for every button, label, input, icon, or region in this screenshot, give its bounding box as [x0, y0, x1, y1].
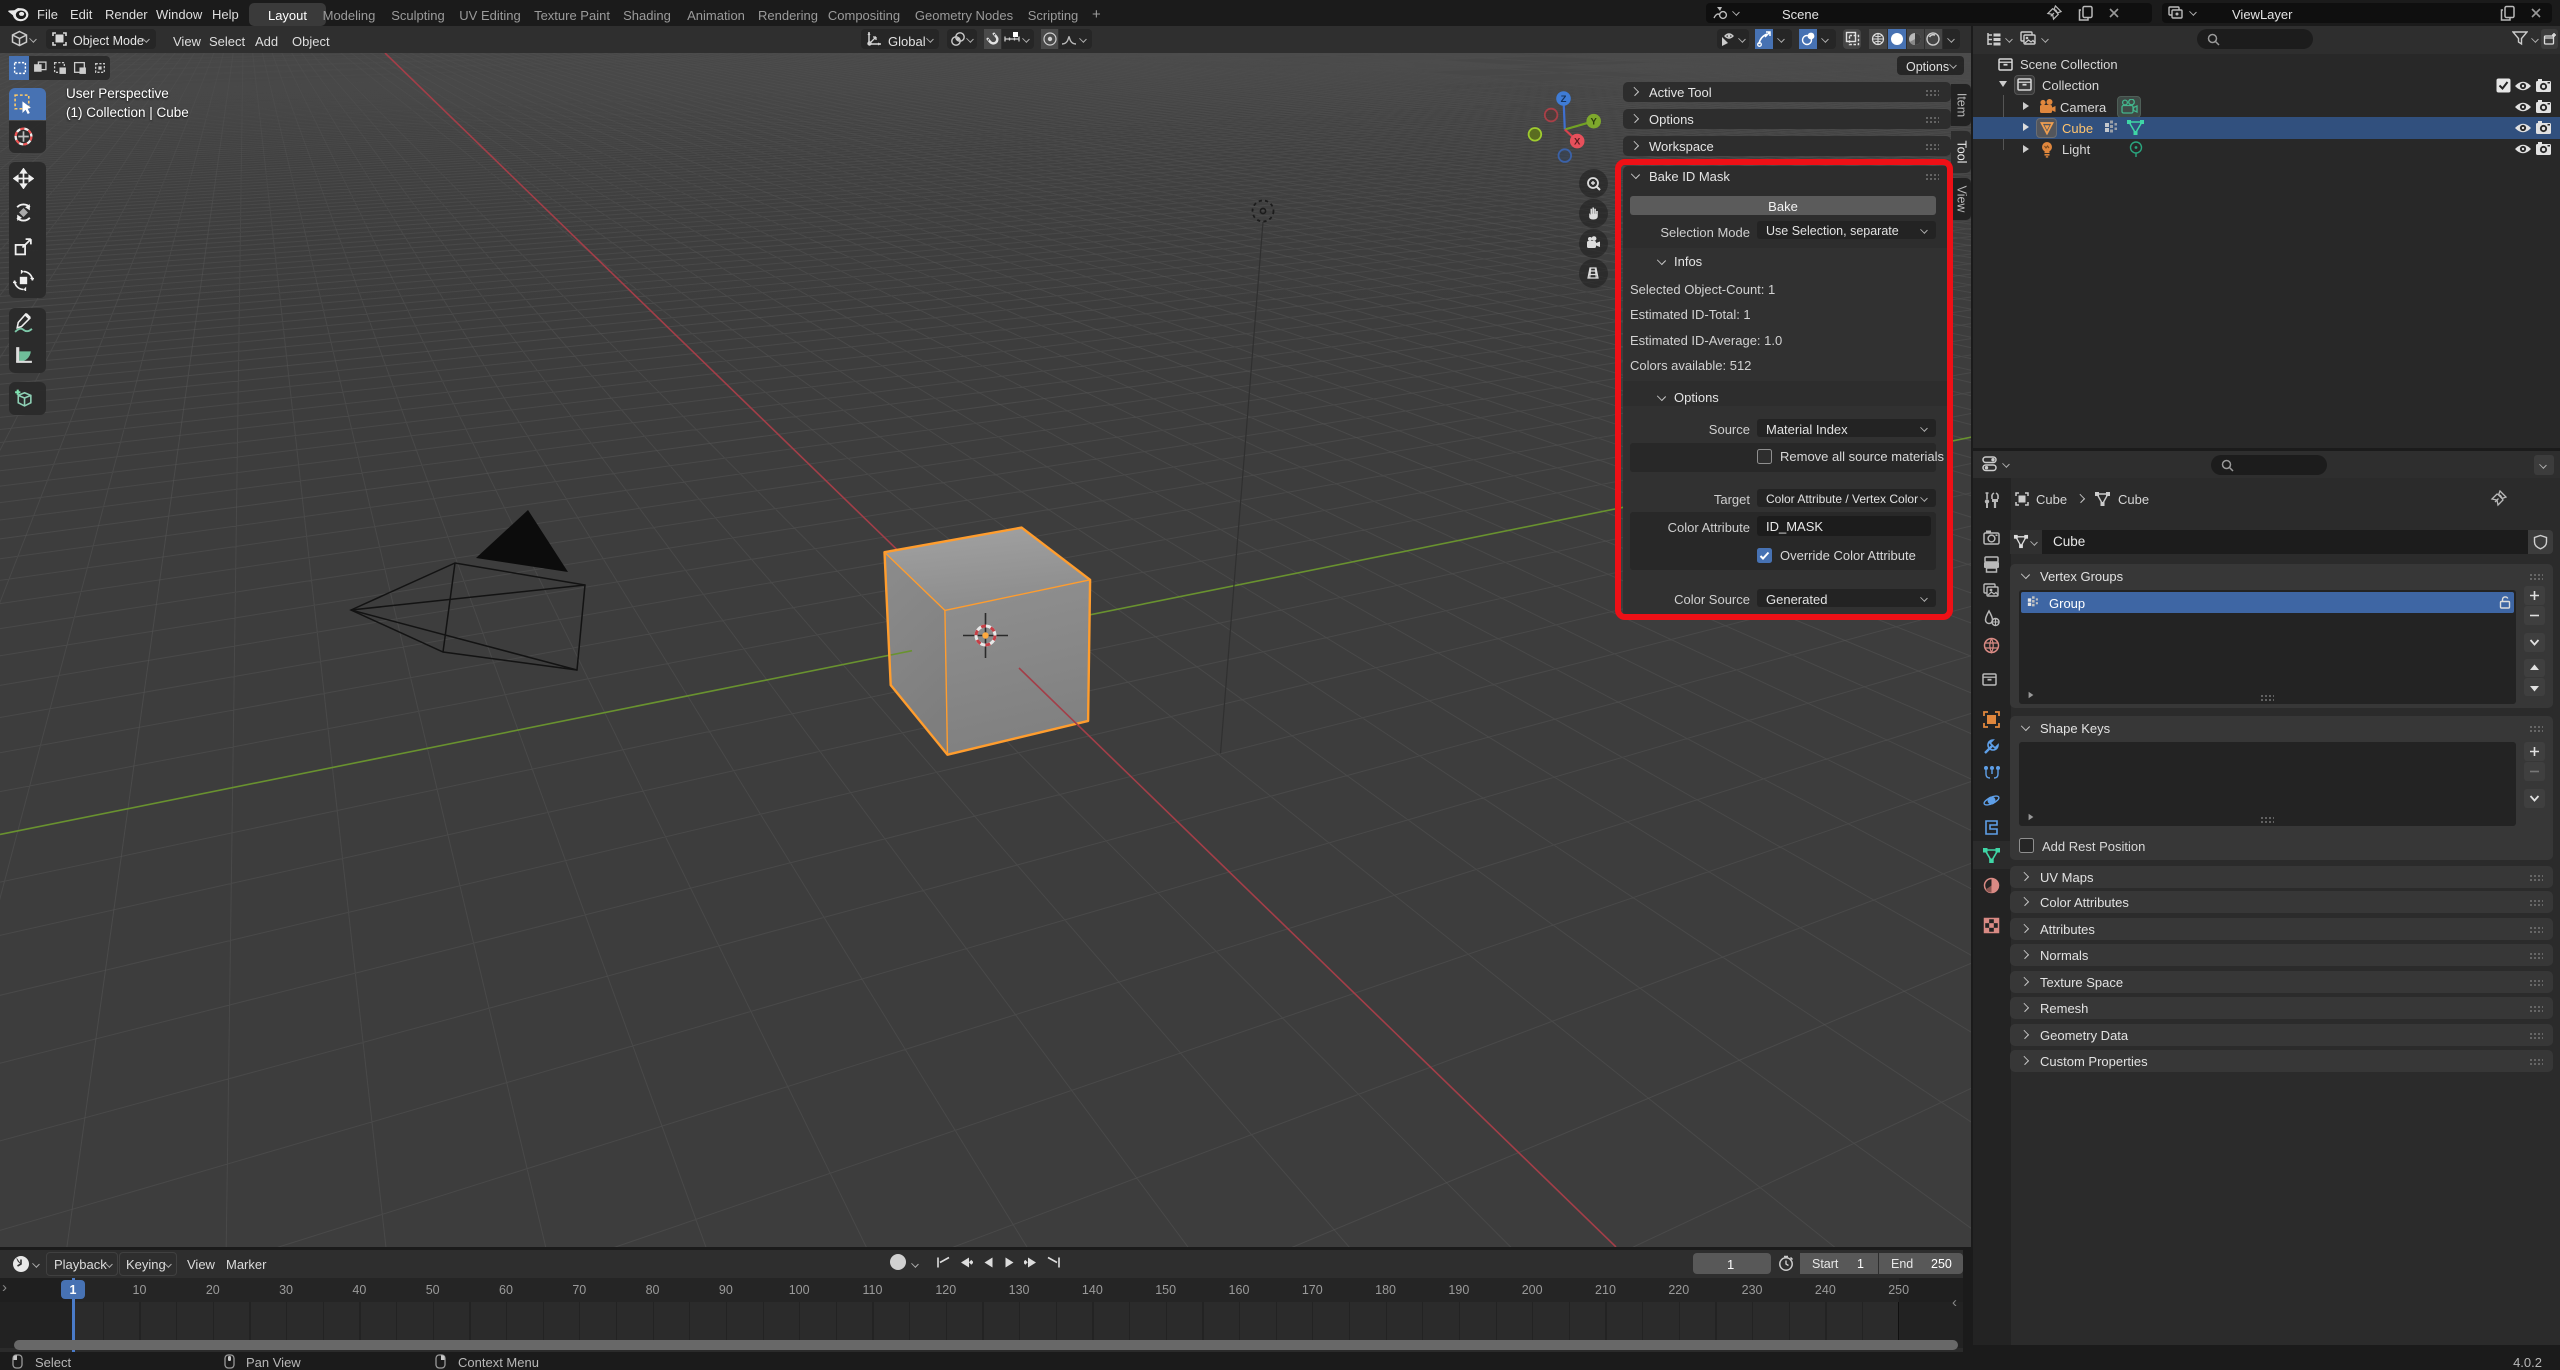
svg-text:X: X [1574, 137, 1581, 148]
svg-text:Z: Z [1561, 94, 1567, 105]
svg-text:Y: Y [1591, 117, 1598, 128]
